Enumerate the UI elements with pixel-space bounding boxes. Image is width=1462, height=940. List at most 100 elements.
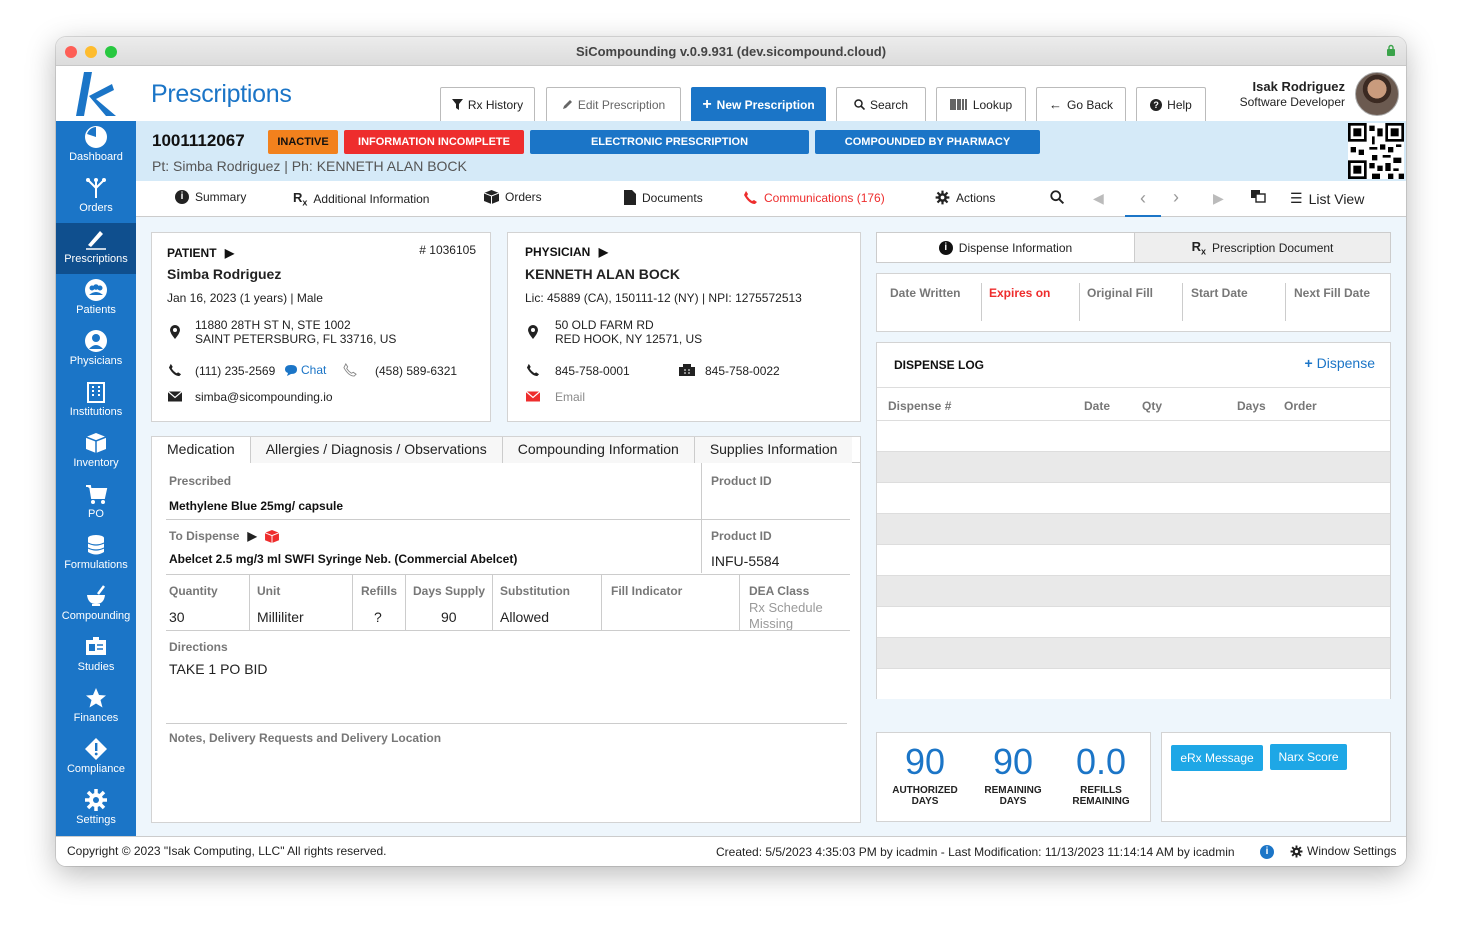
- narx-score-button[interactable]: Narx Score: [1270, 744, 1347, 770]
- col-date[interactable]: Date: [1084, 399, 1110, 413]
- zoom-window-button[interactable]: [105, 46, 117, 58]
- sidebar-item-label: Dashboard: [69, 151, 123, 163]
- physician-email[interactable]: Email: [555, 390, 585, 404]
- qr-code-icon[interactable]: [1348, 123, 1404, 179]
- sidebar-item-finances[interactable]: Finances: [56, 682, 136, 733]
- sidebar-item-label: PO: [88, 508, 104, 520]
- sidebar-item-compliance[interactable]: Compliance: [56, 733, 136, 784]
- tab-prescription-document[interactable]: Rx Prescription Document: [1135, 233, 1390, 262]
- patient-heading[interactable]: PATIENT ▶: [167, 246, 234, 260]
- plus-icon: +: [1304, 355, 1313, 371]
- table-row[interactable]: [877, 420, 1390, 451]
- table-row[interactable]: [877, 606, 1390, 637]
- sidebar-item-settings[interactable]: Settings: [56, 784, 136, 835]
- table-row[interactable]: [877, 513, 1390, 544]
- list-view-button[interactable]: ☰ List View: [1290, 190, 1364, 207]
- patient-email[interactable]: simba@sicompounding.io: [195, 390, 333, 404]
- incomplete-badge: INFORMATION INCOMPLETE: [344, 130, 524, 154]
- window-settings-label: Window Settings: [1307, 844, 1397, 858]
- table-row[interactable]: [877, 575, 1390, 606]
- tab-communications[interactable]: Communications (176): [743, 190, 885, 205]
- next-record-button[interactable]: ›: [1173, 187, 1179, 208]
- chat-link[interactable]: Chat: [285, 363, 326, 377]
- sidebar-item-inventory[interactable]: Inventory: [56, 427, 136, 478]
- go-back-button[interactable]: ← Go Back: [1036, 87, 1126, 121]
- table-row[interactable]: [877, 668, 1390, 699]
- patient-phone[interactable]: (111) 235-2569: [195, 364, 275, 378]
- first-record-button[interactable]: ◀: [1093, 190, 1104, 207]
- tab-compounding-info[interactable]: Compounding Information: [502, 437, 695, 463]
- table-row[interactable]: [877, 482, 1390, 513]
- previous-record-button[interactable]: ‹: [1125, 181, 1161, 217]
- physician-phone[interactable]: 845-758-0001: [555, 364, 630, 378]
- physician-heading[interactable]: PHYSICIAN ▶: [525, 245, 608, 259]
- remaining-days-stat: 90 REMAINING DAYS: [968, 741, 1058, 807]
- tab-dispense-information[interactable]: i Dispense Information: [877, 233, 1135, 262]
- search-button[interactable]: Search: [836, 87, 926, 121]
- tab-allergies[interactable]: Allergies / Diagnosis / Observations: [250, 437, 503, 463]
- patient-phone2[interactable]: (458) 589-6321: [375, 364, 457, 378]
- table-row[interactable]: [877, 544, 1390, 575]
- tab-label: Dispense Information: [958, 240, 1073, 255]
- tab-medication[interactable]: Medication: [152, 437, 251, 463]
- sidebar-item-dashboard[interactable]: Dashboard: [56, 121, 136, 172]
- search-tab-button[interactable]: [1050, 190, 1064, 204]
- sidebar-item-compounding[interactable]: Compounding: [56, 580, 136, 631]
- sidebar-item-label: Compounding: [61, 610, 131, 622]
- close-window-button[interactable]: [65, 46, 77, 58]
- windows-button[interactable]: [1251, 190, 1266, 203]
- sidebar-item-label: Patients: [76, 304, 116, 316]
- mortar-pestle-icon: [87, 585, 105, 606]
- col-days[interactable]: Days: [1237, 399, 1266, 413]
- physician-heading-label: PHYSICIAN: [525, 245, 591, 259]
- sidebar-item-prescriptions[interactable]: Prescriptions: [56, 223, 136, 274]
- sidebar-item-patients[interactable]: Patients: [56, 274, 136, 325]
- caret-right-icon: ▶: [224, 246, 235, 260]
- window-settings-button[interactable]: Window Settings: [1290, 844, 1396, 858]
- edit-prescription-button[interactable]: Edit Prescription: [546, 87, 681, 121]
- sidebar-item-orders[interactable]: Orders: [56, 172, 136, 223]
- col-qty[interactable]: Qty: [1142, 399, 1162, 413]
- to-dispense-label[interactable]: To Dispense ▶: [169, 529, 279, 543]
- refills-remaining-caption2: REMAINING: [1072, 796, 1130, 807]
- tab-orders[interactable]: Orders: [484, 190, 542, 204]
- sidebar-item-institutions[interactable]: Institutions: [56, 376, 136, 427]
- lookup-button[interactable]: Lookup: [936, 87, 1026, 121]
- add-dispense-button[interactable]: + Dispense: [1305, 355, 1375, 371]
- col-dispense-number[interactable]: Dispense #: [888, 399, 951, 413]
- last-record-button[interactable]: ▶: [1213, 190, 1224, 207]
- authorized-days-stat: 90 AUTHORIZED DAYS: [880, 741, 970, 807]
- tab-summary[interactable]: i Summary: [175, 190, 246, 204]
- help-button[interactable]: ? Help: [1136, 87, 1206, 121]
- rx-history-button[interactable]: Rx History: [440, 87, 535, 121]
- table-row[interactable]: [877, 451, 1390, 482]
- avatar[interactable]: [1355, 72, 1399, 116]
- electronic-badge: ELECTRONIC PRESCRIPTION: [530, 130, 809, 154]
- sidebar-item-formulations[interactable]: Formulations: [56, 529, 136, 580]
- tab-actions[interactable]: Actions: [935, 190, 995, 205]
- new-prescription-button[interactable]: + New Prescription: [691, 87, 826, 121]
- notes-label: Notes, Delivery Requests and Delivery Lo…: [169, 731, 442, 745]
- box-icon: [484, 190, 499, 204]
- sidebar-item-label: Formulations: [64, 559, 128, 571]
- app-logo: [76, 72, 116, 116]
- sidebar-item-physicians[interactable]: Physicians: [56, 325, 136, 376]
- sidebar-item-po[interactable]: PO: [56, 478, 136, 529]
- tab-documents[interactable]: Documents: [624, 190, 703, 205]
- table-row[interactable]: [877, 637, 1390, 668]
- col-order[interactable]: Order: [1284, 399, 1317, 413]
- barcode-icon: [950, 99, 967, 110]
- physician-fax[interactable]: 845-758-0022: [705, 364, 780, 378]
- product-id-label: Product ID: [711, 474, 772, 488]
- tab-label: Communications (176): [764, 190, 885, 205]
- triangle-left-icon: ◀: [1093, 190, 1104, 206]
- tab-supplies[interactable]: Supplies Information: [694, 437, 853, 463]
- refills-remaining-stat: 0.0 REFILLS REMAINING: [1056, 741, 1146, 807]
- erx-message-button[interactable]: eRx Message: [1171, 745, 1263, 771]
- search-icon: [1050, 190, 1064, 204]
- minimize-window-button[interactable]: [85, 46, 97, 58]
- sidebar-item-studies[interactable]: Studies: [56, 631, 136, 682]
- info-icon[interactable]: i: [1260, 845, 1274, 859]
- building-icon: [87, 382, 105, 403]
- tab-additional-information[interactable]: Rx Additional Information: [293, 190, 429, 208]
